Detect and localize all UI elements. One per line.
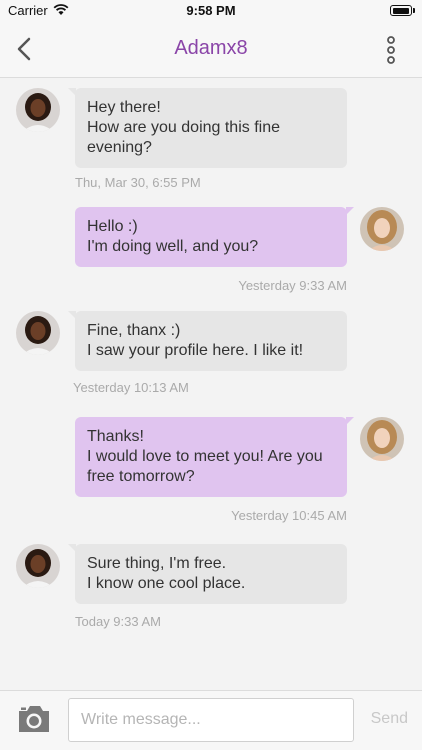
contact-avatar[interactable]: [16, 88, 60, 132]
message-timestamp: Yesterday 10:13 AM: [73, 380, 189, 395]
status-bar: Carrier 9:58 PM: [0, 0, 422, 22]
message-timestamp: Thu, Mar 30, 6:55 PM: [75, 175, 201, 190]
conversation-title: Adamx8: [174, 37, 248, 59]
battery-icon: [390, 5, 415, 16]
user-avatar[interactable]: [360, 207, 404, 251]
send-button[interactable]: Send: [371, 710, 408, 728]
user-avatar[interactable]: [360, 417, 404, 461]
contact-avatar[interactable]: [16, 311, 60, 355]
contact-avatar[interactable]: [16, 544, 60, 588]
message-bubble-incoming: Sure thing, I'm free. I know one cool pl…: [68, 544, 347, 604]
message-bubble-incoming: Hey there! How are you doing this fine e…: [68, 88, 347, 168]
more-options-icon[interactable]: [384, 36, 398, 64]
camera-icon[interactable]: [16, 703, 52, 735]
message-timestamp: Yesterday 10:45 AM: [231, 508, 347, 523]
message-bubble-outgoing: Thanks! I would love to meet you! Are yo…: [75, 417, 354, 497]
message-bubble-incoming: Fine, thanx :) I saw your profile here. …: [68, 311, 347, 371]
message-timestamp: Yesterday 9:33 AM: [238, 278, 347, 293]
message-composer: Send: [0, 690, 422, 750]
message-bubble-outgoing: Hello :) I'm doing well, and you?: [75, 207, 354, 267]
message-timestamp: Today 9:33 AM: [75, 614, 161, 629]
status-time: 9:58 PM: [186, 3, 236, 18]
message-input[interactable]: [68, 698, 354, 742]
navigation-bar: Adamx8: [0, 22, 422, 78]
